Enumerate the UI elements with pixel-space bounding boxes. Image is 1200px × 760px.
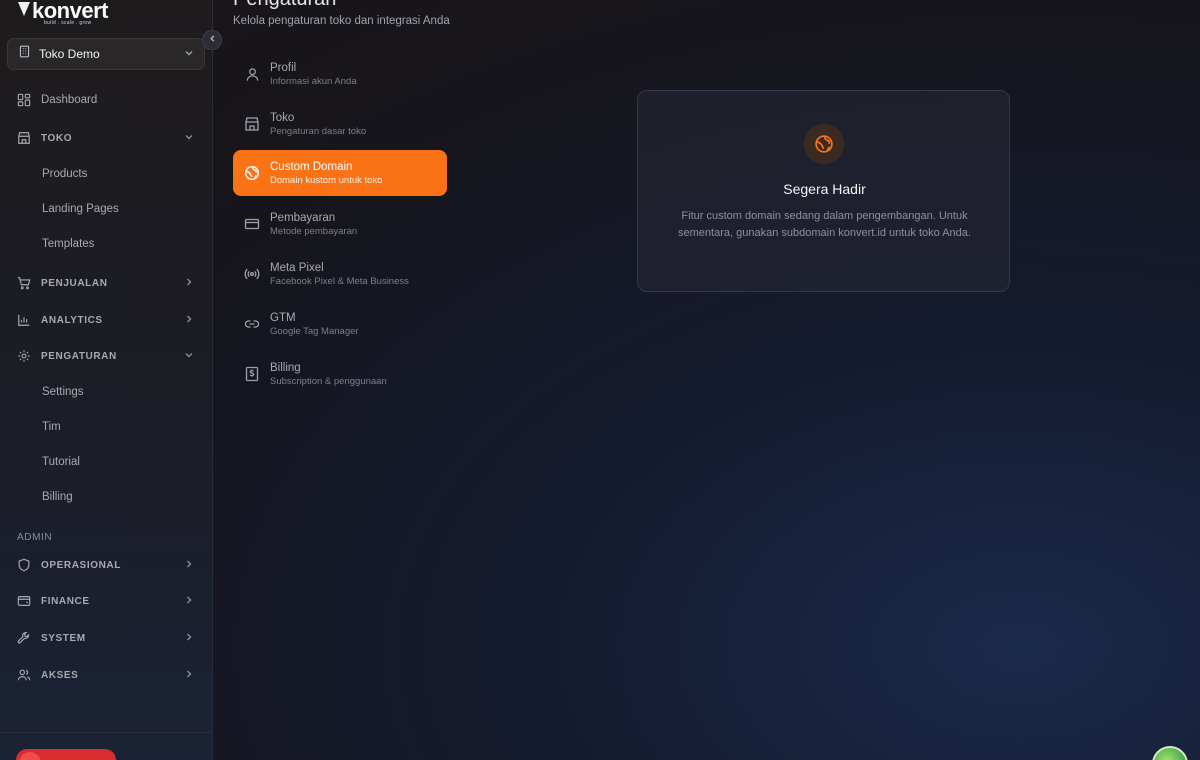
settings-menu-toko[interactable]: Toko Pengaturan dasar toko (233, 101, 447, 147)
chat-widget-avatar[interactable] (1152, 746, 1188, 760)
sidebar-section-label: SYSTEM (41, 632, 86, 644)
settings-menu-title: GTM (270, 311, 296, 324)
page-title: Pengaturan (233, 0, 336, 11)
settings-menu-desc: Subscription & penggunaan (270, 375, 387, 387)
store-selector-value: Toko Demo (39, 47, 100, 61)
user-icon (243, 65, 261, 83)
sidebar-section-penjualan[interactable]: PENJUALAN (0, 269, 213, 297)
settings-menu-billing[interactable]: Billing Subscription & penggunaan (233, 351, 447, 397)
settings-menu-profil[interactable]: Profil Informasi akun Anda (233, 51, 447, 97)
receipt-icon (243, 365, 261, 383)
sidebar-section-label: PENGATURAN (41, 350, 117, 362)
settings-menu-title: Pembayaran (270, 211, 336, 224)
cart-icon (17, 276, 31, 290)
card-description: Fitur custom domain sedang dalam pengemb… (678, 210, 971, 239)
toggle-knob (19, 752, 41, 760)
radio-icon (243, 265, 261, 283)
status-toggle[interactable] (16, 749, 116, 760)
sidebar-item-tim[interactable]: Tim (42, 421, 61, 433)
sidebar-item-settings[interactable]: Settings (42, 386, 84, 398)
sidebar-section-system[interactable]: SYSTEM (0, 624, 213, 652)
settings-menu-desc: Domain kustom untuk toko (270, 174, 383, 186)
settings-menu-desc: Facebook Pixel & Meta Business (270, 275, 409, 287)
wallet-icon (17, 594, 31, 608)
chevron-right-icon (184, 595, 194, 608)
card-title: Segera Hadir (783, 181, 866, 197)
chevron-right-icon (184, 314, 194, 327)
logo-mark-icon (18, 2, 30, 16)
sidebar-section-label: ANALYTICS (41, 314, 103, 326)
settings-menu-gtm[interactable]: GTM Google Tag Manager (233, 301, 447, 347)
store-icon (17, 131, 31, 145)
settings-menu-desc: Informasi akun Anda (270, 75, 357, 87)
chevron-right-icon (184, 669, 194, 682)
page-subtitle: Kelola pengaturan toko dan integrasi And… (233, 15, 450, 27)
sidebar-collapse-button[interactable] (202, 30, 222, 50)
chevron-down-icon (184, 350, 194, 363)
sidebar-item-products[interactable]: Products (42, 168, 87, 180)
settings-menu-title: Custom Domain (270, 160, 353, 173)
shield-icon (17, 558, 31, 572)
globe-icon (804, 124, 844, 164)
bar-chart-icon (17, 313, 31, 327)
settings-menu-desc: Metode pembayaran (270, 225, 358, 237)
gear-icon (17, 349, 31, 363)
settings-menu-title: Profil (270, 61, 297, 74)
logo-tagline: build . scale . grow (44, 20, 92, 26)
building-icon (18, 45, 31, 63)
sidebar-item-landing-pages[interactable]: Landing Pages (42, 203, 119, 215)
sidebar-item-billing[interactable]: Billing (42, 491, 73, 503)
users-icon (17, 668, 31, 682)
sidebar-section-label: AKSES (41, 669, 79, 681)
globe-icon (243, 164, 261, 182)
settings-menu-custom-domain[interactable]: Custom Domain Domain kustom untuk toko (233, 150, 447, 196)
store-selector[interactable]: Toko Demo (7, 38, 205, 70)
settings-menu-title: Toko (270, 111, 295, 124)
chevron-right-icon (184, 559, 194, 572)
sidebar-item-label: Dashboard (41, 94, 98, 106)
dashboard-icon (17, 93, 31, 107)
sidebar-section-label: PENJUALAN (41, 277, 108, 289)
sidebar-item-tutorial[interactable]: Tutorial (42, 456, 80, 468)
sidebar: konvert build . scale . grow Toko Demo D… (0, 0, 213, 760)
store-icon (243, 115, 261, 133)
sidebar-item-templates[interactable]: Templates (42, 238, 94, 250)
chevron-down-icon (184, 132, 194, 145)
sidebar-item-dashboard[interactable]: Dashboard (0, 86, 213, 114)
chevron-left-icon (208, 34, 217, 46)
settings-menu-desc: Pengaturan dasar toko (270, 125, 367, 137)
sidebar-section-analytics[interactable]: ANALYTICS (0, 306, 213, 334)
chevron-right-icon (184, 632, 194, 645)
settings-menu-desc: Google Tag Manager (270, 325, 359, 337)
chevron-right-icon (184, 277, 194, 290)
sidebar-section-operasional[interactable]: OPERASIONAL (0, 551, 213, 579)
sidebar-section-finance[interactable]: FINANCE (0, 587, 213, 615)
sidebar-section-label: TOKO (41, 132, 73, 144)
settings-menu-title: Meta Pixel (270, 261, 324, 274)
sidebar-section-label: OPERASIONAL (41, 559, 121, 571)
settings-menu-meta-pixel[interactable]: Meta Pixel Facebook Pixel & Meta Business (233, 251, 447, 297)
link-icon (243, 315, 261, 333)
chevron-down-icon (184, 48, 194, 61)
konvert-logo[interactable]: konvert (18, 0, 108, 22)
sidebar-section-pengaturan[interactable]: PENGATURAN (0, 342, 213, 370)
settings-menu-title: Billing (270, 361, 301, 374)
sidebar-section-label: FINANCE (41, 595, 90, 607)
coming-soon-card: Segera Hadir Fitur custom domain sedang … (637, 90, 1010, 292)
sidebar-section-toko[interactable]: TOKO (0, 124, 213, 152)
credit-card-icon (243, 215, 261, 233)
logo-wordmark: konvert (32, 0, 108, 23)
sidebar-section-akses[interactable]: AKSES (0, 661, 213, 689)
admin-section-label: ADMIN (17, 532, 53, 543)
wrench-icon (17, 631, 31, 645)
settings-menu-pembayaran[interactable]: Pembayaran Metode pembayaran (233, 201, 447, 247)
